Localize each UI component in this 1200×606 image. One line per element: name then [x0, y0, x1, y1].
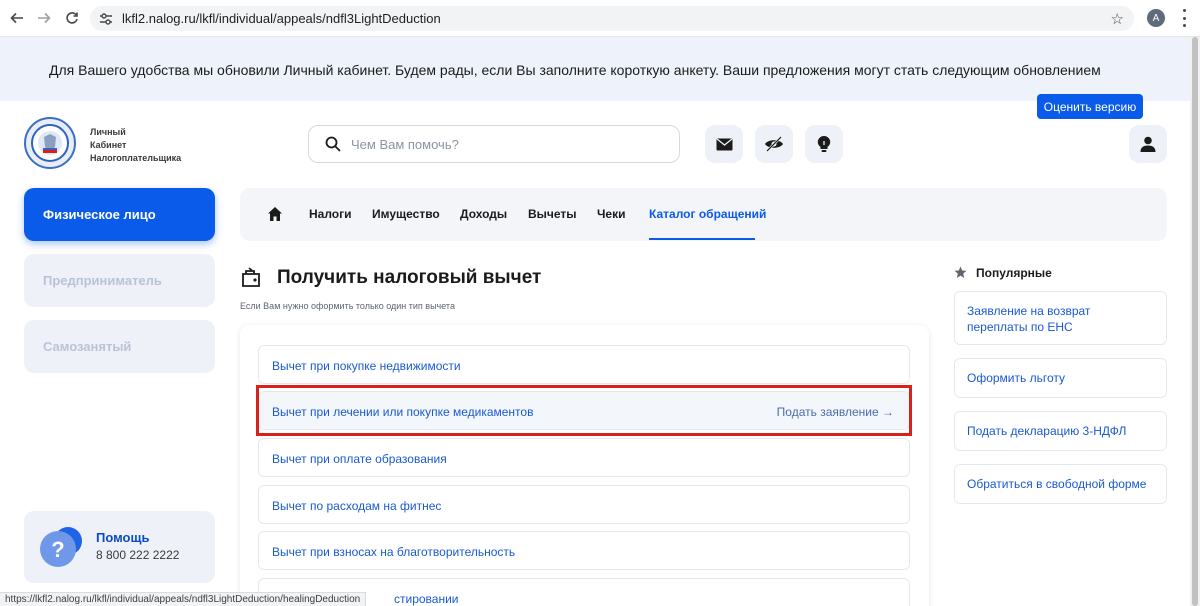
list-item[interactable]: Вычет по расходам на фитнес — [258, 485, 910, 524]
nav-active-underline — [649, 238, 755, 240]
list-item[interactable]: Вычет при покупке недвижимости — [258, 345, 910, 384]
nav-deductions[interactable]: Вычеты — [528, 207, 577, 221]
lightbulb-icon — [817, 135, 831, 152]
nav-receipts[interactable]: Чеки — [597, 207, 626, 221]
list-item-label: Вычет при покупке недвижимости — [272, 359, 461, 373]
mail-icon — [716, 137, 732, 150]
fns-logo[interactable] — [24, 117, 76, 169]
list-item-label: стировании — [394, 592, 459, 606]
popular-item-label: Подать декларацию 3-НДФЛ — [967, 424, 1127, 438]
tips-button[interactable] — [805, 125, 843, 163]
search-input[interactable] — [351, 136, 651, 152]
help-title: Помощь — [96, 530, 150, 545]
feedback-banner: Для Вашего удобства мы обновили Личный к… — [0, 37, 1190, 119]
popular-item[interactable]: Подать декларацию 3-НДФЛ — [954, 411, 1167, 451]
site-settings-icon[interactable] — [98, 11, 114, 27]
popular-item-label: Обратиться в свободной форме — [967, 477, 1147, 491]
popular-item-label: Оформить льготу — [967, 371, 1065, 385]
list-item-label: Вычет при оплате образования — [272, 452, 447, 466]
star-icon — [954, 266, 967, 279]
popular-item[interactable]: Заявление на возврат переплаты по ЕНС — [954, 291, 1167, 345]
page-subtitle: Если Вам нужно оформить только один тип … — [240, 301, 455, 311]
list-item[interactable]: Вычет при взносах на благотворительность — [258, 531, 910, 570]
back-icon[interactable] — [6, 7, 28, 29]
help-question-icon: ? — [38, 525, 84, 571]
nav-income[interactable]: Доходы — [460, 207, 507, 221]
popular-item[interactable]: Обратиться в свободной форме — [954, 464, 1167, 504]
help-card[interactable]: ? Помощь 8 800 222 2222 — [24, 511, 215, 583]
search-box[interactable] — [308, 125, 680, 163]
link-status-bar: https://lkfl2.nalog.ru/lkfl/individual/a… — [0, 592, 367, 606]
list-item-label: Вычет по расходам на фитнес — [272, 499, 442, 513]
list-item-label: Вычет при взносах на благотворительность — [272, 545, 516, 559]
profile-button[interactable] — [1129, 125, 1167, 163]
scrollbar-thumb[interactable] — [1192, 37, 1198, 606]
popular-item-label: Заявление на возврат переплаты по ЕНС — [967, 304, 1091, 334]
popular-title: Популярные — [976, 266, 1052, 280]
nav-property[interactable]: Имущество — [372, 207, 440, 221]
page-title: Получить налоговый вычет — [277, 267, 542, 288]
svg-text:?: ? — [51, 537, 64, 562]
profile-avatar[interactable]: A — [1147, 9, 1165, 27]
user-icon — [1140, 136, 1156, 152]
sidebar-item-self-employed[interactable]: Самозанятый — [24, 320, 215, 373]
help-phone[interactable]: 8 800 222 2222 — [96, 548, 179, 562]
reload-icon[interactable] — [61, 7, 83, 29]
page-scrollbar[interactable] — [1190, 37, 1200, 606]
rate-version-button[interactable]: Оценить версию — [1037, 94, 1143, 119]
wallet-icon — [240, 266, 264, 290]
logo-line-2: Кабинет — [90, 140, 127, 150]
messages-button[interactable] — [705, 125, 743, 163]
top-navigation: Налоги Имущество Доходы Вычеты Чеки Ката… — [240, 188, 1167, 241]
nav-taxes[interactable]: Налоги — [309, 207, 352, 221]
home-icon[interactable] — [267, 206, 283, 222]
nav-appeals-catalog[interactable]: Каталог обращений — [649, 207, 766, 221]
address-bar[interactable]: lkfl2.nalog.ru/lkfl/individual/appeals/n… — [90, 6, 1134, 31]
browser-toolbar: lkfl2.nalog.ru/lkfl/individual/appeals/n… — [0, 0, 1200, 37]
sidebar-item-entrepreneur[interactable]: Предприниматель — [24, 254, 215, 307]
popular-item[interactable]: Оформить льготу — [954, 358, 1167, 398]
search-icon — [323, 134, 343, 154]
logo-line-1: Личный — [90, 127, 126, 137]
browser-menu-icon[interactable] — [1182, 9, 1186, 27]
visually-impaired-button[interactable] — [755, 125, 793, 163]
logo-title: Личный Кабинет Налогоплательщика — [90, 126, 200, 165]
sidebar-item-individual[interactable]: Физическое лицо — [24, 188, 215, 241]
address-url: lkfl2.nalog.ru/lkfl/individual/appeals/n… — [122, 11, 441, 26]
forward-icon[interactable] — [33, 7, 55, 29]
bookmark-star-icon[interactable]: ☆ — [1111, 10, 1124, 28]
eye-off-icon — [765, 136, 783, 152]
logo-line-3: Налогоплательщика — [90, 153, 182, 163]
list-item[interactable]: Вычет при оплате образования — [258, 438, 910, 477]
banner-text: Для Вашего удобства мы обновили Личный к… — [49, 62, 1101, 78]
highlight-annotation — [256, 385, 912, 436]
